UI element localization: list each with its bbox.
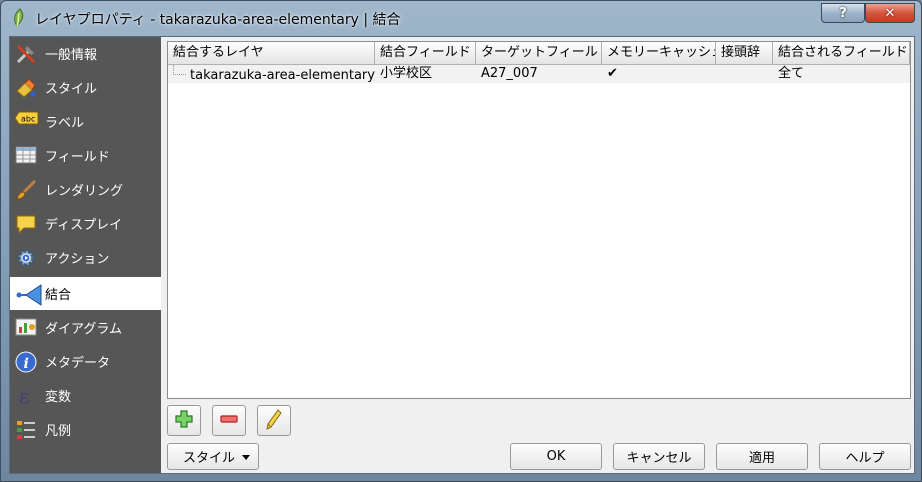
svg-text:i: i	[24, 356, 29, 372]
sidebar-item-label: 結合	[45, 288, 72, 303]
sidebar-item-6[interactable]: ディスプレイ	[10, 207, 161, 240]
sidebar-item-label: アクション	[45, 252, 110, 267]
cancel-button[interactable]: キャンセル	[613, 443, 705, 470]
table-cell: 小学校区	[375, 65, 476, 83]
table-cell: ✔	[602, 65, 716, 83]
legend-icon	[15, 419, 37, 441]
remove-join-button[interactable]	[212, 405, 246, 436]
sidebar-item-9[interactable]: ダイアグラム	[10, 311, 161, 344]
minus-icon	[219, 409, 239, 433]
question-icon: ?	[839, 5, 847, 21]
sidebar-item-label: フィールド	[45, 150, 110, 165]
diagram-icon	[15, 317, 37, 339]
column-header-3[interactable]: ターゲットフィールド	[476, 42, 602, 65]
joins-table[interactable]: 結合するレイヤ 結合フィールド ターゲットフィールド メモリーキャッシュ 接頭辞 結合され…	[167, 41, 911, 399]
brush-icon	[15, 179, 37, 201]
sidebar-item-label: ディスプレイ	[45, 218, 123, 233]
table-cell: takarazuka-area-elementary	[168, 65, 375, 83]
apply-button[interactable]: 適用	[716, 443, 808, 470]
table-icon	[15, 145, 37, 167]
sidebar-item-label: レンダリング	[45, 184, 124, 199]
sidebar-item-label: ダイアグラム	[45, 322, 122, 337]
chevron-down-icon	[242, 455, 250, 460]
info-icon: i	[15, 351, 37, 373]
add-join-button[interactable]	[167, 405, 201, 436]
table-cell: A27_007	[476, 65, 602, 83]
ok-button[interactable]: OK	[510, 443, 602, 470]
cell-text: ✔	[607, 66, 618, 81]
close-window-button[interactable]: ✕	[865, 3, 915, 23]
sidebar-item-5[interactable]: レンダリング	[10, 173, 161, 206]
join-icon	[15, 283, 42, 306]
plus-icon	[174, 409, 194, 433]
table-header: 結合するレイヤ 結合フィールド ターゲットフィールド メモリーキャッシュ 接頭辞 結合され…	[168, 42, 910, 65]
sidebar-item-10[interactable]: i メタデータ	[10, 345, 161, 378]
close-icon: ✕	[884, 5, 896, 21]
layer-properties-window: レイヤプロパティ - takarazuka-area-elementary | …	[0, 0, 922, 482]
sidebar-item-label: 凡例	[45, 424, 72, 439]
window-title: レイヤプロパティ - takarazuka-area-elementary | …	[35, 12, 401, 28]
column-header-2[interactable]: 結合フィールド	[375, 42, 476, 65]
sidebar-item-11[interactable]: ε 変数	[10, 379, 161, 412]
sidebar-item-8[interactable]: 結合	[10, 277, 161, 310]
style-dropdown-button[interactable]: スタイル	[167, 443, 259, 470]
table-cell	[716, 65, 773, 83]
label-icon: abc	[14, 111, 39, 133]
cell-text: 小学校区	[380, 66, 433, 81]
column-header-5[interactable]: 接頭辞	[716, 42, 773, 65]
sidebar-item-label: スタイル	[45, 82, 98, 97]
edit-join-button[interactable]	[257, 405, 291, 436]
qgis-logo-icon	[11, 8, 29, 28]
sidebar-item-label: 変数	[45, 390, 72, 405]
sidebar-item-label: メタデータ	[45, 356, 111, 371]
dialog-client: 一般情報スタイル abc ラベルフィールドレンダリング ディスプレイ アクション結合ダイ…	[9, 36, 915, 474]
column-header-6[interactable]: 結合されるフィールド	[773, 42, 910, 65]
tools-icon	[15, 43, 37, 65]
sidebar-item-4[interactable]: フィールド	[10, 139, 161, 172]
style-button-label: スタイル	[183, 451, 236, 466]
sidebar-item-1[interactable]: 一般情報	[10, 37, 161, 70]
style-icon	[15, 77, 37, 99]
cell-text: takarazuka-area-elementary	[190, 68, 375, 83]
sidebar-item-label: 一般情報	[45, 48, 98, 63]
sidebar-item-3[interactable]: abc ラベル	[10, 105, 161, 138]
sidebar-item-2[interactable]: スタイル	[10, 71, 161, 104]
cell-text: A27_007	[481, 66, 538, 81]
tree-branch-icon	[173, 65, 186, 75]
table-cell: 全て	[773, 65, 910, 83]
help-window-button[interactable]: ?	[821, 3, 865, 23]
column-header-1[interactable]: 結合するレイヤ	[168, 42, 375, 65]
sidebar-item-label: ラベル	[45, 116, 85, 131]
sidebar-item-7[interactable]: アクション	[10, 241, 161, 274]
cell-text: 全て	[778, 66, 805, 81]
help-button[interactable]: ヘルプ	[819, 443, 911, 470]
speech-bubble-icon	[15, 213, 37, 235]
svg-text:ε: ε	[19, 385, 29, 407]
gear-icon	[15, 247, 37, 269]
sidebar-item-12[interactable]: 凡例	[10, 413, 161, 446]
svg-text:abc: abc	[21, 114, 35, 123]
table-row[interactable]: takarazuka-area-elementary 小学校区 A27_007 ✔ 全て	[168, 65, 910, 83]
column-header-4[interactable]: メモリーキャッシュ	[602, 42, 716, 65]
title-bar[interactable]: レイヤプロパティ - takarazuka-area-elementary | …	[1, 1, 921, 35]
sidebar: 一般情報スタイル abc ラベルフィールドレンダリング ディスプレイ アクション結合ダイ…	[10, 37, 161, 473]
variable-icon: ε	[15, 384, 37, 408]
pencil-icon	[264, 408, 284, 434]
